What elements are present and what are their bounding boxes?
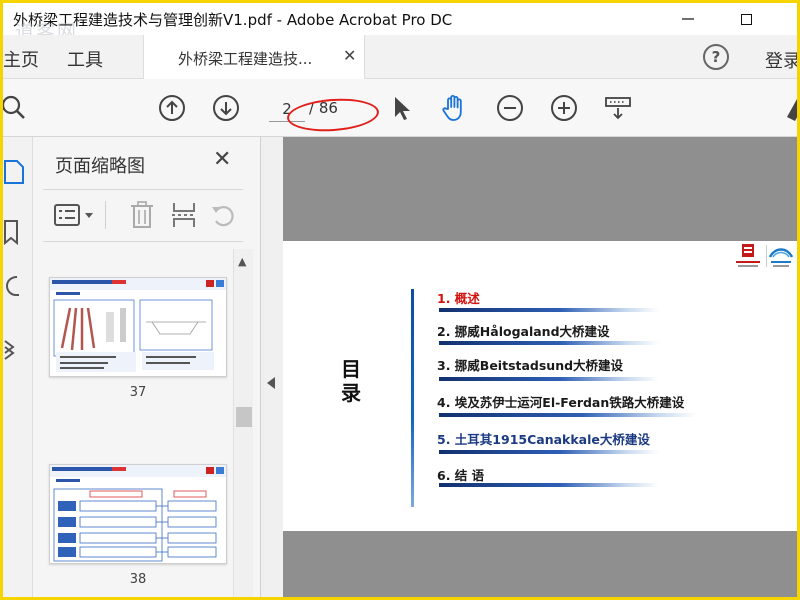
bridge-logo-icon — [768, 248, 794, 267]
toc-item-1[interactable]: 1. 概述 — [437, 288, 480, 307]
toc-vertical-bar — [411, 289, 414, 507]
toc-item-3[interactable]: 3. 挪威Beitstadsund大桥建设 — [437, 355, 623, 374]
toc-item-4[interactable]: 4. 埃及苏伊士运河El-Ferdan铁路大桥建设 — [437, 392, 684, 411]
layers-icon[interactable] — [3, 333, 29, 363]
search-icon[interactable] — [0, 93, 29, 123]
minimize-icon — [682, 18, 694, 20]
collapse-arrow-icon — [267, 377, 275, 389]
window-title: 外桥梁工程建造技术与管理创新V1.pdf - Adobe Acrobat Pro… — [13, 11, 453, 29]
toc-heading: 目录 — [341, 357, 361, 405]
minimize-button[interactable] — [665, 5, 711, 33]
toc-underline — [439, 308, 659, 312]
bookmarks-icon[interactable] — [3, 217, 29, 247]
tab-bar: 主页 工具 外桥梁工程建造技... ✕ ? 登录 — [3, 35, 797, 79]
tab-document[interactable]: 外桥梁工程建造技... ✕ — [143, 35, 365, 79]
acrobat-window: 外桥梁工程建造技术与管理创新V1.pdf - Adobe Acrobat Pro… — [0, 0, 800, 600]
toc-item-2[interactable]: 2. 挪威Hålogaland大桥建设 — [437, 321, 610, 340]
scroll-up-icon[interactable]: ▲ — [238, 255, 246, 268]
thumbnail-preview — [50, 465, 226, 562]
scrollbar-thumb[interactable] — [236, 407, 252, 427]
thumbnail-scrollbar[interactable]: ▲ — [233, 249, 253, 597]
close-panel-icon[interactable]: ✕ — [213, 147, 231, 172]
thumbnail-page-label: 37 — [129, 385, 147, 400]
page-thumbnails-icon[interactable] — [3, 157, 29, 187]
page-display-icon[interactable] — [603, 93, 633, 123]
rotate-page-icon[interactable] — [209, 199, 239, 231]
toc-underline — [439, 377, 659, 381]
hand-tool-icon[interactable] — [439, 93, 469, 123]
toc-underline — [439, 483, 659, 487]
help-icon[interactable]: ? — [703, 44, 729, 70]
login-button[interactable]: 登录 — [765, 47, 797, 73]
toc-underline — [439, 341, 659, 345]
divider — [43, 241, 243, 242]
panel-title: 页面缩略图 — [55, 156, 145, 177]
collapse-panel-handle[interactable] — [261, 137, 283, 597]
tab-tools[interactable]: 工具 — [67, 46, 103, 72]
sign-pen-icon[interactable] — [783, 93, 800, 123]
thumbnail-page-label: 38 — [129, 572, 147, 587]
zoom-in-icon[interactable] — [549, 93, 579, 123]
delete-page-icon[interactable] — [127, 199, 157, 231]
pdf-page: 目录 1. 概述 2. 挪威Hålogaland大桥建设 3. 挪威Beitst… — [283, 241, 797, 531]
tab-home[interactable]: 主页 — [3, 46, 39, 72]
next-page-icon[interactable] — [211, 93, 241, 123]
main-toolbar: 2 / 86 — [3, 79, 797, 137]
thumbnail-page-37[interactable] — [49, 277, 227, 377]
maximize-icon — [740, 13, 752, 25]
tab-document-label: 外桥梁工程建造技... — [178, 50, 313, 68]
previous-page-icon[interactable] — [157, 93, 187, 123]
toc-underline — [439, 413, 697, 417]
thumbnail-page-38[interactable] — [49, 464, 227, 564]
divider — [43, 189, 243, 190]
select-cursor-icon[interactable] — [387, 93, 417, 123]
toc-underline — [439, 450, 659, 454]
total-pages: / 86 — [309, 99, 338, 117]
thumbnails-panel: 页面缩略图 ✕ 37 38 ▲ — [33, 137, 261, 597]
divider — [105, 201, 106, 229]
document-view: 目录 1. 概述 2. 挪威Hålogaland大桥建设 3. 挪威Beitst… — [261, 137, 797, 597]
thumbnail-list: 37 38 — [33, 249, 233, 597]
thumbnail-preview — [50, 278, 226, 372]
close-tab-icon[interactable]: ✕ — [343, 46, 356, 65]
left-navigation-rail — [3, 137, 33, 597]
company-logo-icon — [736, 244, 760, 267]
attachments-icon[interactable] — [3, 271, 29, 301]
title-bar: 外桥梁工程建造技术与管理创新V1.pdf - Adobe Acrobat Pro… — [3, 3, 797, 43]
insert-page-icon[interactable] — [169, 199, 199, 231]
thumbnail-options-icon[interactable] — [53, 199, 101, 231]
toc-item-5[interactable]: 5. 土耳其1915Canakkale大桥建设 — [437, 429, 650, 448]
maximize-button[interactable] — [723, 5, 769, 33]
toc-item-6[interactable]: 6. 结 语 — [437, 465, 484, 484]
current-page-input[interactable]: 2 — [269, 96, 305, 122]
zoom-out-icon[interactable] — [495, 93, 525, 123]
